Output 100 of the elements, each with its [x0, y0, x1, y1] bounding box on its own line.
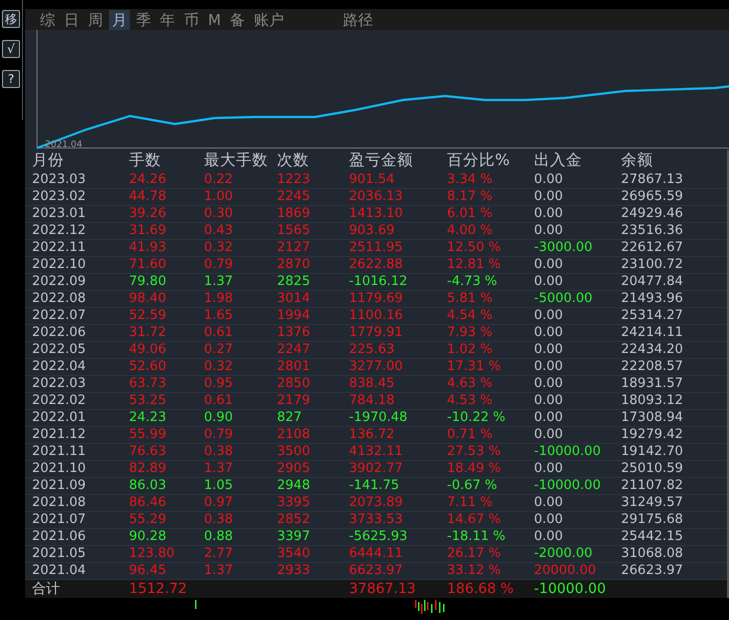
- profit-cell-text: 6444.11: [349, 546, 404, 562]
- table-cell-text: 1994: [277, 308, 312, 324]
- balance-cell-text: 24929.46: [621, 206, 684, 222]
- period-tab[interactable]: 年: [157, 10, 178, 30]
- balance-cell-text: 23516.36: [621, 223, 684, 239]
- table-cell-text: 39.26: [129, 206, 168, 222]
- table-cell-text: 0.79: [204, 257, 234, 273]
- inflow-cell-text: 0.00: [534, 393, 564, 409]
- period-tab[interactable]: 综: [37, 10, 58, 30]
- table-cell-text: 24.23: [129, 410, 168, 426]
- table-cell-text: 0.32: [204, 359, 234, 375]
- table-cell-text: 2245: [277, 189, 312, 205]
- table-cell-text: 2905: [277, 461, 312, 477]
- month-cell-text: 2023.01: [32, 206, 87, 222]
- table-cell-text: 3014: [277, 291, 312, 307]
- table-cell-text: 2179: [277, 393, 312, 409]
- profit-cell-text: 6623.97: [349, 563, 404, 579]
- column-header: 次数: [277, 150, 310, 171]
- month-cell-text: 2023.03: [32, 172, 87, 188]
- table-cell-text: 1869: [277, 206, 312, 222]
- period-tab[interactable]: 备: [226, 10, 248, 30]
- inflow-cell-text: -2000.00: [534, 546, 594, 562]
- inflow-cell-text: 0.00: [534, 427, 564, 443]
- month-cell-text: 2021.09: [32, 478, 87, 494]
- table-cell-text: 1.65: [204, 308, 234, 324]
- table-cell-text: 1.98: [204, 291, 234, 307]
- percent-cell-text: 5.81 %: [447, 291, 494, 307]
- table-cell-text: 0.97: [204, 495, 234, 511]
- profit-cell-text: 1100.16: [349, 308, 404, 324]
- profit-cell-text: 2622.88: [349, 257, 404, 273]
- period-tab[interactable]: 周: [85, 10, 106, 30]
- percent-cell-text: 4.63 %: [447, 376, 494, 392]
- month-cell-text: 2021.08: [32, 495, 87, 511]
- month-cell-text: 2022.04: [32, 359, 87, 375]
- tool-button[interactable]: ?: [2, 70, 20, 88]
- profit-cell-text: 2073.89: [349, 495, 404, 511]
- table-cell-text: 3500: [277, 444, 312, 460]
- profit-cell-text: -1016.12: [349, 274, 408, 290]
- inflow-cell-text: 0.00: [534, 308, 564, 324]
- percent-cell-text: 33.12 %: [447, 563, 502, 579]
- profit-cell-text: 1779.91: [349, 325, 404, 341]
- inflow-cell-text: 0.00: [534, 342, 564, 358]
- balance-cell-text: 25314.27: [621, 308, 684, 324]
- month-cell-text: 2021.05: [32, 546, 87, 562]
- profit-cell-text: 136.72: [349, 427, 396, 443]
- percent-cell-text: 12.81 %: [447, 257, 502, 273]
- table-cell-text: 0.22: [204, 172, 234, 188]
- period-tab[interactable]: 日: [61, 10, 82, 30]
- period-tab[interactable]: 账户: [250, 10, 287, 30]
- balance-cell-text: 25010.59: [621, 461, 684, 477]
- table-cell-text: 49.06: [129, 342, 168, 358]
- period-tab[interactable]: M: [205, 10, 224, 30]
- table-cell-text: 2852: [277, 512, 312, 528]
- table-cell-text: 96.45: [129, 563, 168, 579]
- table-cell-text: 53.25: [129, 393, 168, 409]
- profit-cell-text: 4132.11: [349, 444, 404, 460]
- table-cell-text: 52.59: [129, 308, 168, 324]
- period-tab[interactable]: 季: [133, 10, 154, 30]
- column-header: 最大手数: [204, 150, 269, 171]
- balance-cell-text: 22208.57: [621, 359, 684, 375]
- percent-cell-text: -18.11 %: [447, 529, 506, 545]
- percent-cell-text: 17.31 %: [447, 359, 502, 375]
- table-cell-text: 55.29: [129, 512, 168, 528]
- table-cell-text: 123.80: [129, 546, 176, 562]
- inflow-cell-text: 0.00: [534, 189, 564, 205]
- balance-cell-text: 18931.57: [621, 376, 684, 392]
- table-cell-text: 1.37: [204, 461, 234, 477]
- inflow-cell-text: 0.00: [534, 529, 564, 545]
- inflow-cell-text: 0.00: [534, 206, 564, 222]
- table-cell-text: 1223: [277, 172, 312, 188]
- table-cell-text: 0.30: [204, 206, 234, 222]
- inflow-cell-text: 0.00: [534, 257, 564, 273]
- table-cell-text: 2870: [277, 257, 312, 273]
- period-tab[interactable]: 币: [181, 10, 202, 30]
- table-cell-text: 52.60: [129, 359, 168, 375]
- table-cell-text: 1.05: [204, 478, 234, 494]
- path-tab[interactable]: 路径: [340, 10, 376, 30]
- table-cell-text: 1.00: [204, 189, 234, 205]
- balance-cell-text: 23100.72: [621, 257, 684, 273]
- inflow-cell-text: -3000.00: [534, 240, 594, 256]
- column-header: 手数: [129, 150, 162, 171]
- percent-cell-text: 7.11 %: [447, 495, 494, 511]
- percent-cell-text: 186.68 %: [447, 580, 515, 598]
- month-cell-text: 2022.08: [32, 291, 87, 307]
- inflow-cell-text: -5000.00: [534, 291, 594, 307]
- month-cell-text: 2022.07: [32, 308, 87, 324]
- inflow-cell-text: 0.00: [534, 461, 564, 477]
- tool-button[interactable]: 移: [2, 10, 20, 28]
- period-tab[interactable]: 月: [109, 10, 130, 30]
- profit-cell-text: -141.75: [349, 478, 400, 494]
- profit-cell-text: 225.63: [349, 342, 396, 358]
- table-cell-text: 2247: [277, 342, 312, 358]
- profit-cell-text: 903.69: [349, 223, 396, 239]
- balance-cell-text: 24214.11: [621, 325, 684, 341]
- balance-cell-text: 19142.70: [621, 444, 684, 460]
- month-cell-text: 2022.02: [32, 393, 87, 409]
- table-cell-text: 0.38: [204, 444, 234, 460]
- table-cell-text: 1512.72: [129, 580, 188, 598]
- tool-button[interactable]: √: [2, 40, 20, 58]
- table-cell-text: 63.73: [129, 376, 168, 392]
